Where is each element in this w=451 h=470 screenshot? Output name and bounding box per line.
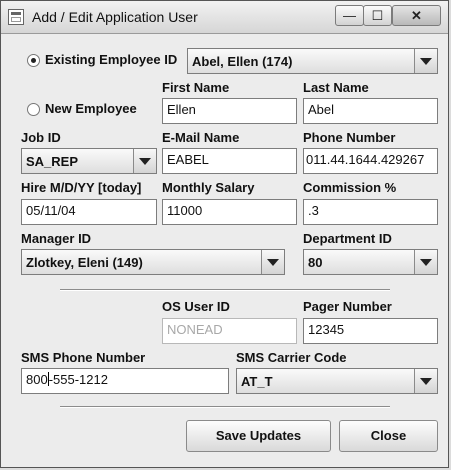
os-user-id-label: OS User ID <box>162 299 230 314</box>
department-id-label: Department ID <box>303 231 392 246</box>
chevron-down-icon[interactable] <box>261 250 284 274</box>
department-id-select[interactable]: 80 <box>303 249 438 275</box>
sms-phone-field[interactable]: 800-555-1212 <box>21 368 229 394</box>
manager-id-value: Zlotkey, Eleni (149) <box>26 255 143 270</box>
new-employee-label[interactable]: New Employee <box>45 101 137 116</box>
window-title: Add / Edit Application User <box>32 9 198 25</box>
last-name-field[interactable]: Abel <box>303 98 438 124</box>
pager-number-field[interactable]: 12345 <box>303 318 438 344</box>
close-window-button[interactable]: ✕ <box>392 5 441 26</box>
separator <box>60 406 390 408</box>
first-name-label: First Name <box>162 80 230 95</box>
phone-number-label: Phone Number <box>303 130 396 145</box>
sms-carrier-value: AT_T <box>241 374 273 389</box>
separator <box>60 289 390 291</box>
existing-employee-value: Abel, Ellen (174) <box>192 54 293 69</box>
email-name-label: E-Mail Name <box>162 130 240 145</box>
monthly-salary-field[interactable]: 11000 <box>162 199 297 225</box>
os-user-id-field: NONEAD <box>162 318 297 344</box>
close-button[interactable]: Close <box>339 420 438 452</box>
app-window-icon <box>8 9 24 25</box>
commission-field[interactable]: .3 <box>303 199 438 225</box>
sms-carrier-select[interactable]: AT_T <box>236 368 438 394</box>
title-bar[interactable]: Add / Edit Application User — ☐ ✕ <box>1 1 448 34</box>
hire-date-field[interactable]: 05/11/04 <box>21 199 157 225</box>
existing-employee-radio[interactable] <box>27 54 40 67</box>
email-name-field[interactable]: EABEL <box>162 148 297 174</box>
hire-date-label: Hire M/D/YY [today] <box>21 180 142 195</box>
chevron-down-icon[interactable] <box>414 369 437 393</box>
sms-carrier-label: SMS Carrier Code <box>236 350 347 365</box>
sms-phone-text-after-caret: -555-1212 <box>48 372 108 387</box>
sms-phone-text-before-caret: 800 <box>26 372 48 387</box>
job-id-value: SA_REP <box>26 154 79 169</box>
job-id-select[interactable]: SA_REP <box>21 148 157 174</box>
monthly-salary-label: Monthly Salary <box>162 180 255 195</box>
phone-number-field[interactable]: 011.44.1644.429267 <box>303 148 438 174</box>
maximize-button[interactable]: ☐ <box>363 5 392 26</box>
manager-id-select[interactable]: Zlotkey, Eleni (149) <box>21 249 285 275</box>
save-updates-button[interactable]: Save Updates <box>186 420 331 452</box>
job-id-label: Job ID <box>21 130 61 145</box>
department-id-value: 80 <box>308 255 323 270</box>
minimize-button[interactable]: — <box>335 5 364 26</box>
pager-number-label: Pager Number <box>303 299 392 314</box>
sms-phone-label: SMS Phone Number <box>21 350 146 365</box>
existing-employee-label[interactable]: Existing Employee ID <box>45 52 177 67</box>
last-name-label: Last Name <box>303 80 369 95</box>
commission-label: Commission % <box>303 180 397 195</box>
chevron-down-icon[interactable] <box>414 49 437 73</box>
new-employee-radio[interactable] <box>27 103 40 116</box>
dialog-window: Add / Edit Application User — ☐ ✕ Existi… <box>0 0 449 468</box>
first-name-field[interactable]: Ellen <box>162 98 297 124</box>
chevron-down-icon[interactable] <box>414 250 437 274</box>
manager-id-label: Manager ID <box>21 231 92 246</box>
existing-employee-select[interactable]: Abel, Ellen (174) <box>187 48 438 74</box>
form-panel: Existing Employee ID Abel, Ellen (174) F… <box>9 34 440 459</box>
chevron-down-icon[interactable] <box>133 149 156 173</box>
